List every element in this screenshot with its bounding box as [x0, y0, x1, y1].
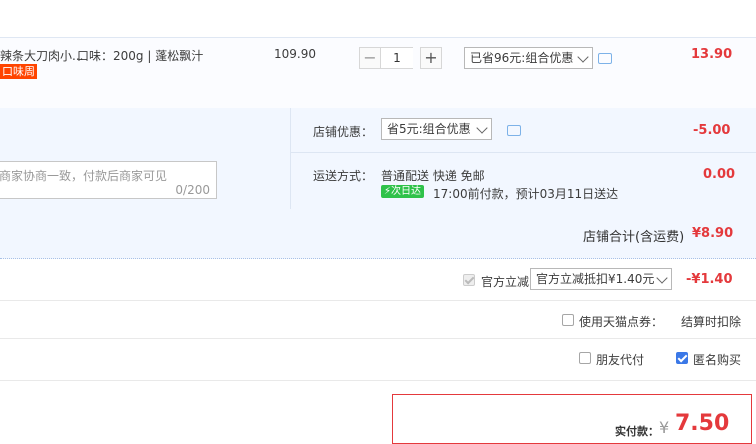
chevron-down-icon	[577, 51, 589, 63]
divider	[0, 380, 756, 381]
qty-minus-button[interactable]: −	[359, 47, 381, 69]
memo-char-count: 0/200	[175, 183, 210, 197]
shop-total-label: 店铺合计(含运费)	[583, 230, 685, 245]
memo-placeholder: 商家协商一致，付款后商家可见	[0, 169, 168, 183]
friend-pay-label: 朋友代付	[596, 353, 645, 367]
anonymous-checkbox[interactable]	[676, 352, 688, 364]
shop-discount-select-label: 省5元:组合优惠	[387, 122, 471, 136]
anonymous-label: 匿名购买	[693, 353, 742, 367]
divider	[0, 300, 756, 301]
divider	[290, 108, 291, 209]
shop-discount-value: -5.00	[693, 123, 731, 138]
official-discount-select-label: 官方立减抵扣¥1.40元	[536, 272, 655, 286]
memo-field[interactable]: 商家协商一致，付款后商家可见 0/200	[0, 161, 217, 199]
official-discount-label: 官方立减	[481, 275, 530, 289]
payment-summary: 实付款： ¥ 7.50	[392, 394, 752, 444]
item-promo-select-label: 已省96元:组合优惠	[470, 51, 574, 65]
payment-amount: 7.50	[675, 411, 730, 436]
item-price: 109.90	[274, 47, 316, 61]
divider	[0, 338, 756, 339]
points-note: 结算时扣除	[681, 315, 742, 329]
message-icon[interactable]	[507, 125, 521, 136]
payment-label: 实付款：	[615, 425, 659, 438]
shop-summary: 店铺优惠： 省5元:组合优惠 -5.00 商家协商一致，付款后商家可见 0/20…	[0, 108, 756, 259]
shipping-label: 运送方式：	[313, 169, 374, 183]
official-discount-checkbox[interactable]	[463, 274, 475, 286]
lightning-icon: ⚡	[384, 186, 392, 197]
divider	[291, 152, 756, 153]
item-promo-select[interactable]: 已省96元:组合优惠	[464, 47, 593, 69]
quantity-input[interactable]: 1	[381, 47, 413, 69]
item-title[interactable]: 辣条大刀肉小...	[0, 47, 83, 64]
item-spec: 口味：200g | 蓬松飘汁	[77, 49, 204, 63]
shipping-method: 普通配送 快递 免邮	[381, 169, 485, 183]
official-discount-select[interactable]: 官方立减抵扣¥1.40元	[530, 268, 672, 290]
shipping-note: 17:00前付款，预计03月11日送达	[433, 187, 619, 201]
next-day-badge: ⚡次日达	[381, 185, 425, 198]
friend-pay-checkbox[interactable]	[579, 352, 591, 364]
points-label: 使用天猫点券：	[579, 315, 664, 329]
shop-discount-label: 店铺优惠：	[313, 125, 374, 139]
official-discount-value: -¥1.40	[686, 272, 733, 287]
item-subtotal: 13.90	[691, 47, 733, 62]
item-tag: 口味周	[0, 64, 37, 79]
chevron-down-icon	[656, 272, 668, 284]
shipping-value: 0.00	[703, 167, 736, 182]
shop-discount-select[interactable]: 省5元:组合优惠	[381, 118, 492, 140]
message-icon[interactable]	[598, 53, 612, 64]
points-checkbox[interactable]	[562, 314, 574, 326]
payment-currency: ¥	[659, 418, 670, 437]
order-item-row: 辣条大刀肉小... 口味：200g | 蓬松飘汁 口味周 109.90 − 1 …	[0, 37, 756, 109]
chevron-down-icon	[476, 122, 488, 134]
next-day-badge-label: 次日达	[391, 186, 422, 197]
qty-plus-button[interactable]: +	[420, 47, 442, 69]
shop-total-value: ¥8.90	[692, 226, 734, 241]
